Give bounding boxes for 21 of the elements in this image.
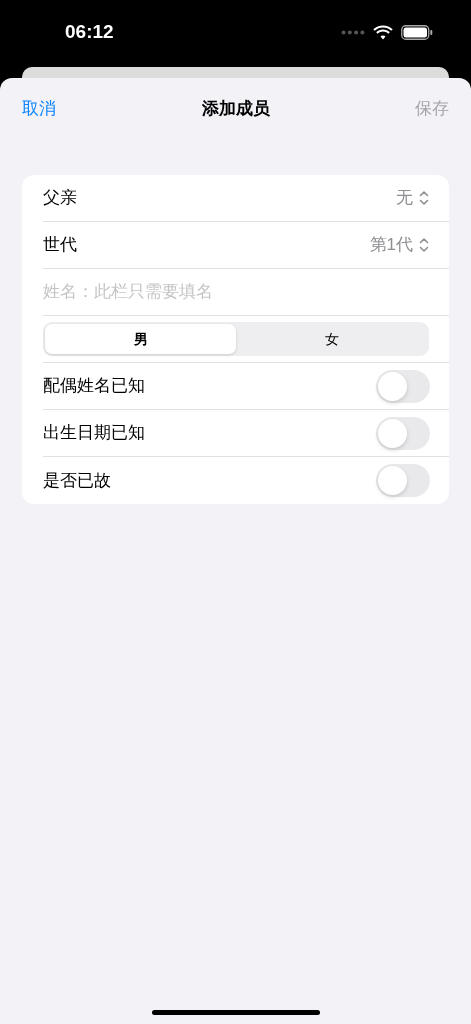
picker-button[interactable]: 第1代 <box>369 232 429 258</box>
battery-icon <box>401 25 433 40</box>
field-label: 出生日期已知 <box>43 422 145 445</box>
toggle-switch[interactable] <box>376 464 430 497</box>
field-label: 配偶姓名已知 <box>43 375 145 398</box>
chevron-up-down-icon <box>419 190 429 206</box>
chevron-up-down-icon <box>419 237 429 253</box>
toggle-switch[interactable] <box>376 416 430 450</box>
wifi-icon <box>373 25 393 40</box>
name-input-field[interactable]: 姓名：此栏只需要填名 <box>43 279 429 305</box>
segment-option[interactable]: 女 <box>236 324 427 354</box>
signal-dots-icon <box>341 30 365 35</box>
field-label: 世代 <box>43 234 77 257</box>
field-label: 父亲 <box>43 187 77 210</box>
picker-button[interactable]: 无 <box>396 185 429 211</box>
toggle-switch[interactable] <box>376 369 430 403</box>
cancel-button[interactable]: 取消 <box>22 95 56 122</box>
field-label: 是否已故 <box>43 469 111 492</box>
segment-option[interactable]: 男 <box>45 324 236 354</box>
status-time: 06:12 <box>65 20 114 45</box>
sheet-title: 添加成员 <box>201 97 270 120</box>
